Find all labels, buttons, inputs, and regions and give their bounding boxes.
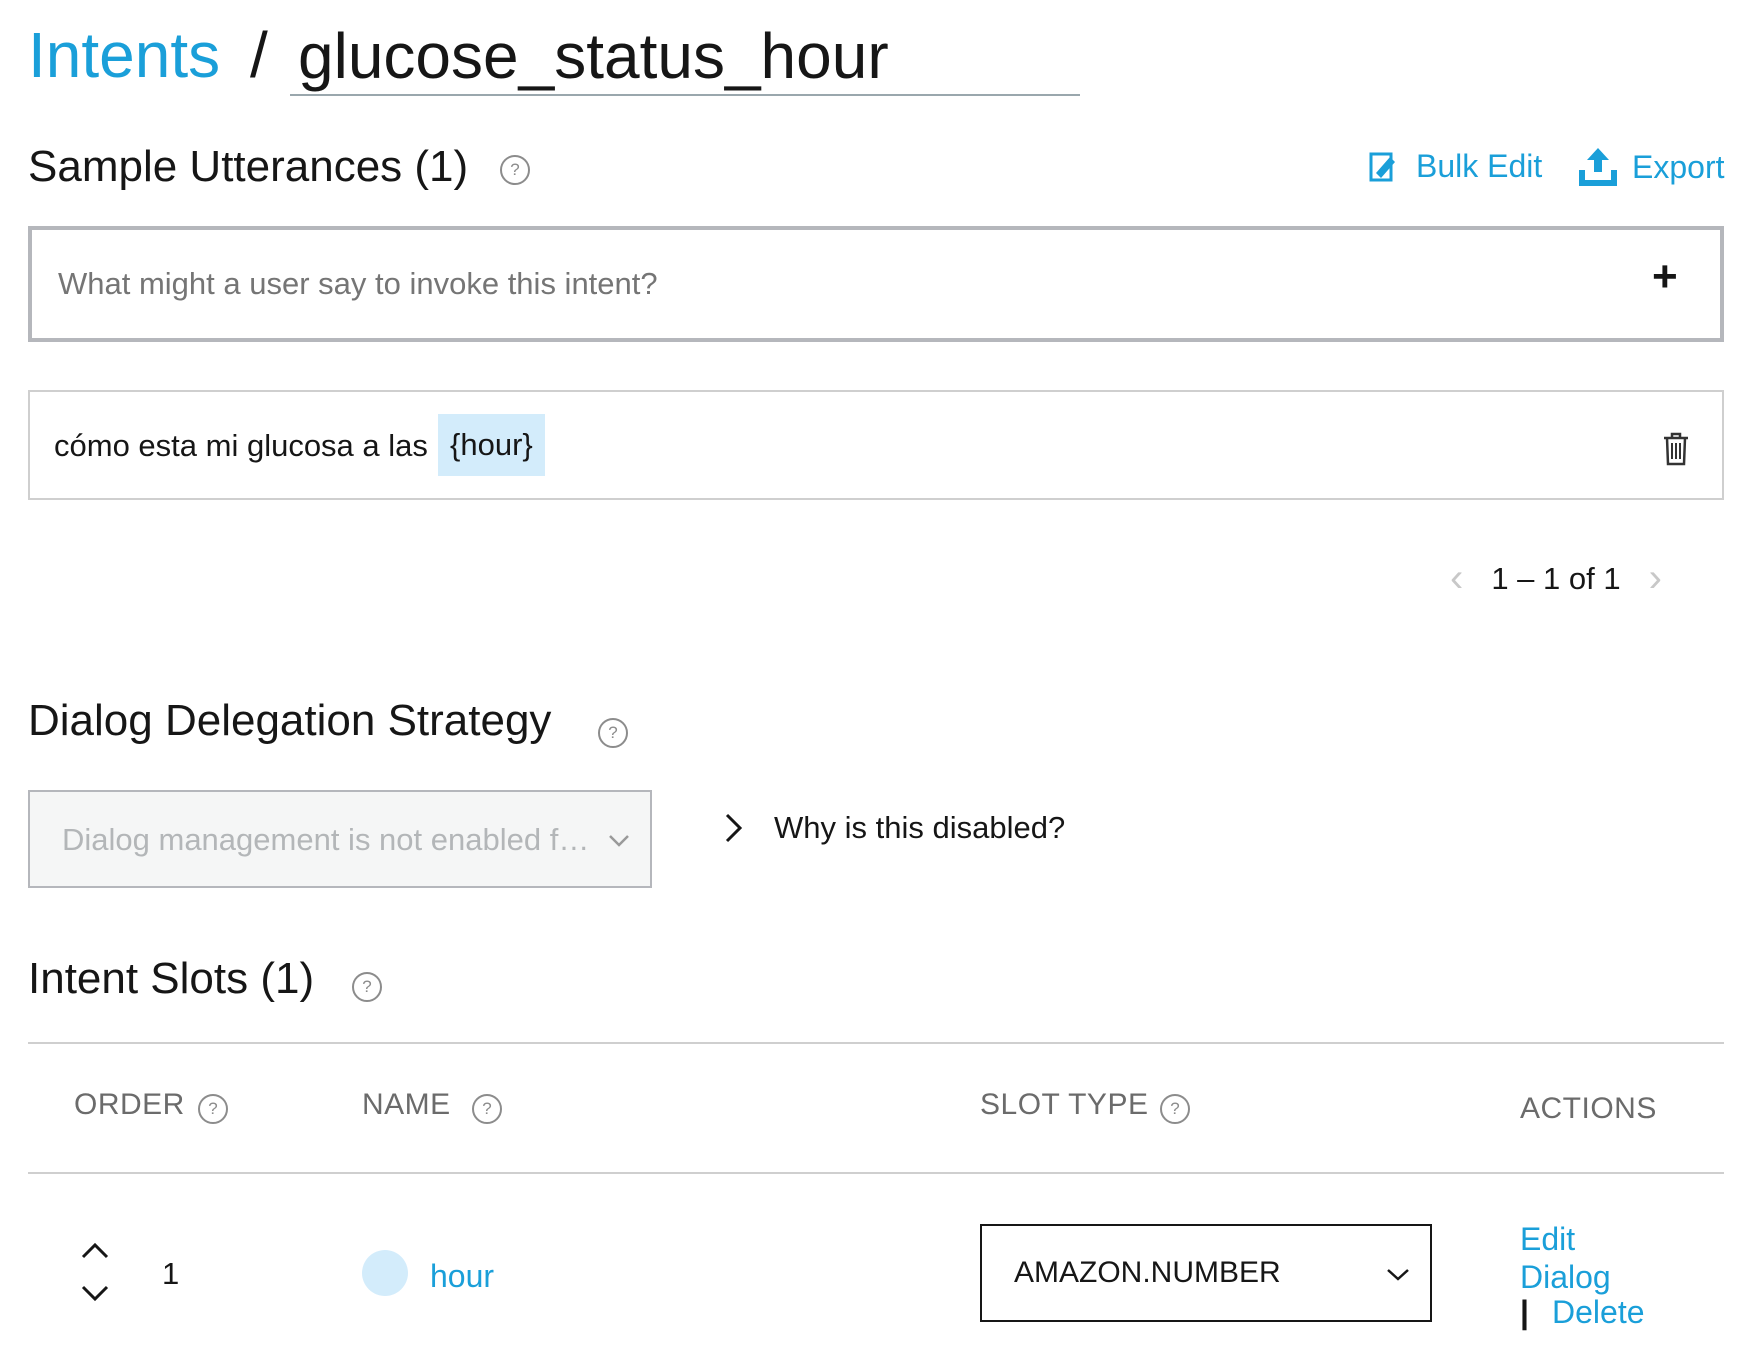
- sample-utterances-title: Sample Utterances (1): [28, 142, 469, 191]
- help-icon[interactable]: ?: [598, 718, 628, 748]
- dialog-delegation-title: Dialog Delegation Strategy: [28, 696, 552, 745]
- chevron-right-icon: [725, 813, 743, 843]
- edit-dialog-label-dialog: Dialog: [1520, 1259, 1611, 1295]
- pagination-label: 1 – 1 of 1: [1491, 560, 1621, 596]
- bulk-edit-label: Bulk Edit: [1416, 148, 1543, 184]
- delete-slot-link[interactable]: Delete: [1552, 1294, 1645, 1331]
- table-top-divider: [28, 1042, 1724, 1044]
- slot-type-value: AMAZON.NUMBER: [1014, 1256, 1281, 1289]
- action-separator: |: [1520, 1294, 1529, 1330]
- bulk-edit-button[interactable]: Bulk Edit: [1368, 148, 1542, 185]
- intent-name-input[interactable]: [290, 18, 1080, 96]
- edit-dialog-label-edit: Edit: [1520, 1221, 1576, 1257]
- utterance-row: cómo esta mi glucosa a las {hour}: [28, 390, 1724, 500]
- slot-order: 1: [162, 1256, 180, 1291]
- chevron-right-icon[interactable]: ›: [1649, 556, 1662, 601]
- column-header-slot-type: SLOT TYPE: [980, 1088, 1149, 1121]
- breadcrumb-separator: /: [250, 19, 268, 91]
- help-icon[interactable]: ?: [472, 1094, 502, 1124]
- intent-slots-title: Intent Slots (1): [28, 954, 315, 1003]
- slot-name-link[interactable]: hour: [430, 1258, 494, 1295]
- help-icon[interactable]: ?: [500, 155, 530, 185]
- help-icon[interactable]: ?: [198, 1094, 228, 1124]
- edit-dialog-link[interactable]: Edit Dialog: [1520, 1220, 1611, 1296]
- utterance-input-box: +: [28, 226, 1724, 342]
- why-disabled-toggle[interactable]: Why is this disabled?: [724, 810, 1065, 846]
- export-icon: [1579, 148, 1617, 186]
- dialog-delegation-select: Dialog management is not enabled f…: [28, 790, 652, 888]
- why-disabled-label: Why is this disabled?: [774, 810, 1066, 845]
- chevron-down-icon: [609, 835, 629, 847]
- utterance-slot-chip[interactable]: {hour}: [438, 414, 545, 476]
- column-header-actions: ACTIONS: [1520, 1092, 1657, 1125]
- export-label: Export: [1632, 148, 1725, 185]
- chevron-down-icon: [1387, 1269, 1409, 1281]
- pagination: ‹ 1 – 1 of 1 ›: [1450, 556, 1662, 601]
- help-icon[interactable]: ?: [352, 972, 382, 1002]
- export-button[interactable]: Export: [1576, 146, 1724, 188]
- move-down-icon[interactable]: [80, 1284, 110, 1304]
- add-utterance-button[interactable]: +: [1652, 252, 1678, 302]
- delete-icon[interactable]: [1662, 432, 1690, 466]
- utterance-text[interactable]: cómo esta mi glucosa a las: [54, 428, 428, 464]
- breadcrumb-intents-link[interactable]: Intents: [28, 18, 220, 92]
- help-icon[interactable]: ?: [1160, 1094, 1190, 1124]
- utterance-input[interactable]: [56, 258, 1600, 310]
- chevron-left-icon[interactable]: ‹: [1450, 556, 1463, 601]
- column-header-order: ORDER: [74, 1088, 185, 1121]
- column-header-name: NAME: [362, 1088, 451, 1121]
- bulk-edit-icon: [1369, 152, 1395, 181]
- slot-dot-icon: [362, 1250, 408, 1296]
- dialog-delegation-select-value: Dialog management is not enabled f…: [62, 822, 590, 857]
- slot-type-select[interactable]: AMAZON.NUMBER: [980, 1224, 1432, 1322]
- table-header-divider: [28, 1172, 1724, 1174]
- move-up-icon[interactable]: [80, 1240, 110, 1260]
